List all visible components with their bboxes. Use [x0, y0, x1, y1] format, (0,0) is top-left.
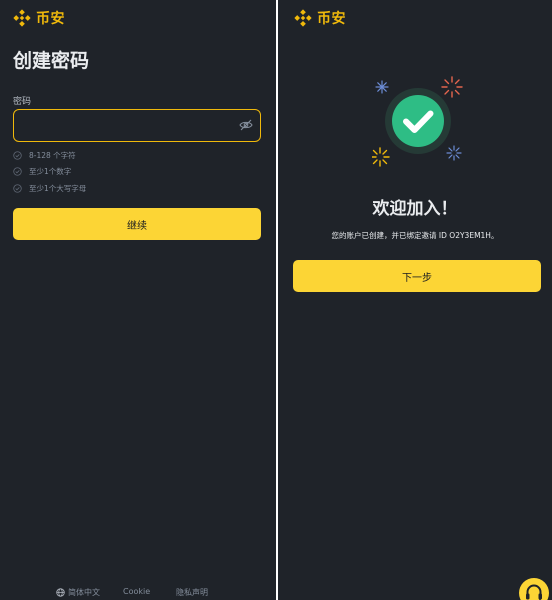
welcome-message: 您的账户已创建，并已绑定邀请 ID O2Y3EM1H。 [331, 231, 499, 240]
password-field[interactable] [13, 109, 261, 142]
create-password-panel: 币安 创建密码 密码 8-128 个字符 至少1个数字 至少1个大写字母 继续 … [0, 0, 276, 600]
welcome-title: 欢迎加入！ [372, 199, 458, 219]
brand: 币安 [12, 8, 65, 28]
password-label: 密码 [13, 97, 32, 107]
welcome-panel: 币安 欢迎加入！ 您的账户已创建，并已绑定邀请 ID O2Y3EM1H。 下一步 [278, 0, 552, 600]
check-circle-icon [13, 151, 22, 160]
support-headset-icon[interactable] [519, 578, 549, 600]
language-label: 简体中文 [68, 588, 100, 597]
brand-name: 币安 [36, 11, 65, 27]
privacy-link[interactable]: 隐私声明 [176, 587, 208, 598]
brand: 币安 [293, 8, 346, 28]
check-circle-icon [13, 167, 22, 176]
language-selector[interactable]: 简体中文 [56, 587, 100, 598]
password-input[interactable] [22, 115, 232, 135]
password-rules: 8-128 个字符 至少1个数字 至少1个大写字母 [13, 147, 86, 197]
eye-off-icon[interactable] [239, 119, 253, 131]
continue-button[interactable]: 继续 [13, 208, 261, 240]
password-rule: 至少1个大写字母 [13, 180, 86, 197]
password-rule: 8-128 个字符 [13, 147, 86, 164]
rule-text: 至少1个数字 [29, 167, 72, 177]
brand-name: 币安 [317, 11, 346, 27]
rule-text: 至少1个大写字母 [29, 183, 87, 193]
page-title: 创建密码 [13, 50, 90, 72]
success-check-icon [372, 75, 464, 167]
password-rule: 至少1个数字 [13, 164, 86, 181]
footer: 简体中文 Cookie 隐私声明 [0, 587, 276, 600]
binance-logo-icon [13, 9, 31, 27]
next-button[interactable]: 下一步 [293, 260, 541, 292]
check-circle-icon [13, 184, 22, 193]
rule-text: 8-128 个字符 [29, 150, 76, 160]
globe-icon [56, 588, 65, 597]
cookie-link[interactable]: Cookie [123, 587, 150, 596]
binance-logo-icon [294, 9, 312, 27]
